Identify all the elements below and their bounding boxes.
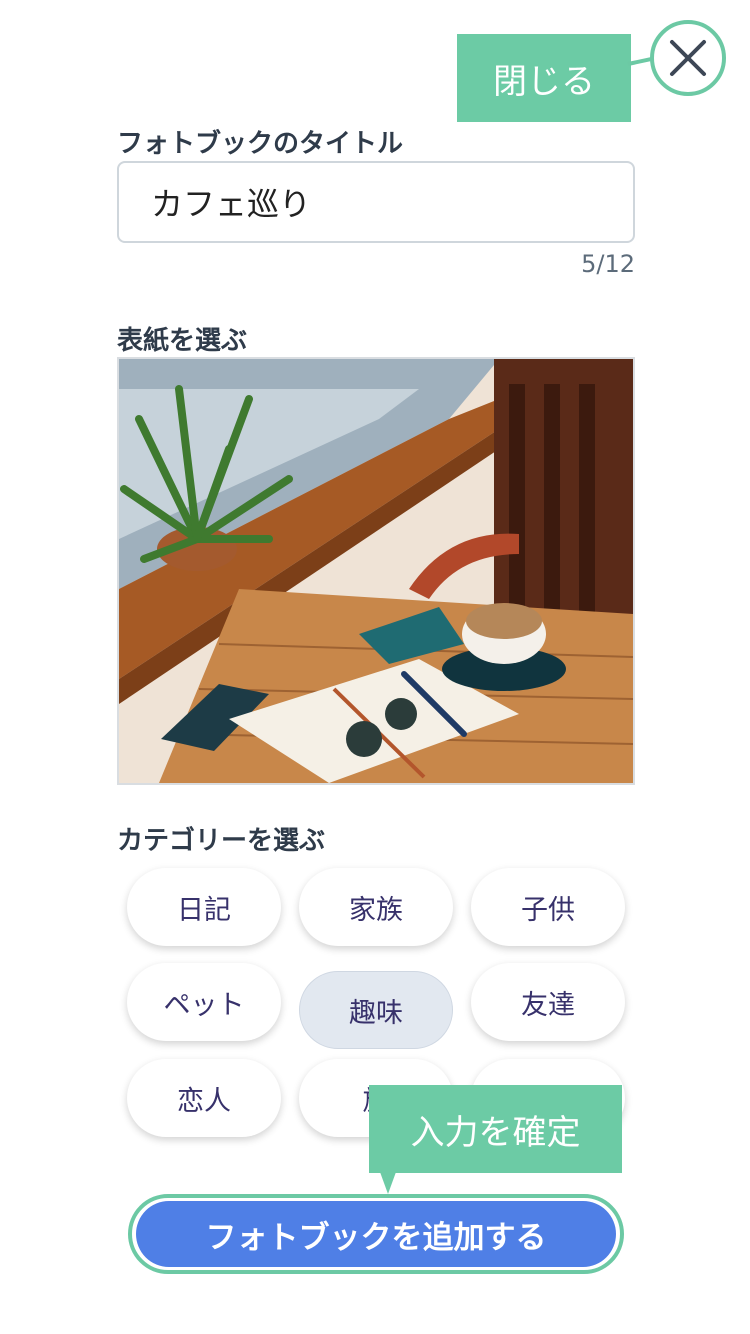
category-chip-diary[interactable]: 日記 (127, 868, 281, 946)
category-chip-pet[interactable]: ペット (127, 963, 281, 1041)
category-chip-kids[interactable]: 子供 (471, 868, 625, 946)
category-chip-friends[interactable]: 友達 (471, 963, 625, 1041)
close-tooltip: 閉じる (457, 34, 631, 122)
add-photobook-button[interactable]: フォトブックを追加する (136, 1201, 616, 1267)
confirm-tooltip: 入力を確定 (369, 1085, 622, 1173)
cover-image[interactable] (117, 357, 635, 785)
category-chip-family[interactable]: 家族 (299, 868, 453, 946)
title-label: フォトブックのタイトル (117, 129, 404, 159)
char-counter: 5/12 (581, 250, 635, 278)
close-button[interactable] (650, 20, 726, 96)
category-label: カテゴリーを選ぶ (117, 826, 326, 856)
title-input[interactable] (117, 161, 635, 243)
category-chip-lover[interactable]: 恋人 (127, 1059, 281, 1137)
close-icon (670, 40, 706, 76)
cover-label: 表紙を選ぶ (117, 326, 248, 356)
cafe-photo (119, 359, 633, 783)
tooltip-tail (380, 1172, 396, 1194)
category-chip-hobby[interactable]: 趣味 (299, 971, 453, 1049)
